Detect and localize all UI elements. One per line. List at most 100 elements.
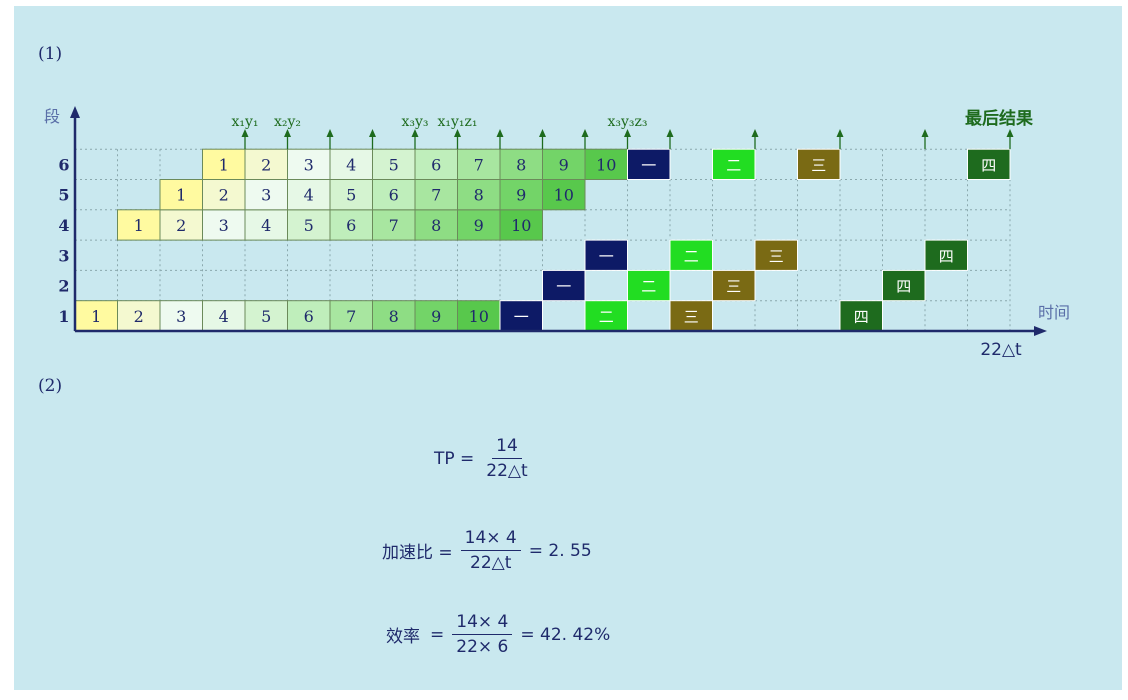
- cell-number-label: 1: [176, 186, 186, 205]
- cell-number-label: 9: [474, 216, 484, 235]
- result-arrow-head: [539, 129, 546, 137]
- cell-number-label: 6: [389, 186, 399, 205]
- y-tick-label: 2: [58, 277, 69, 296]
- efficiency-fraction: 14× 4 22× 6: [452, 612, 513, 657]
- cell-number-label: 8: [474, 186, 484, 205]
- cell-number-label: 8: [516, 155, 526, 174]
- total-time-label: 22△t: [980, 340, 1022, 360]
- cell-operation-label: 二: [726, 156, 741, 174]
- cell-number-label: 6: [304, 307, 314, 326]
- cell-number-label: 10: [511, 216, 531, 235]
- cell-operation-label: 三: [811, 156, 826, 174]
- cell-number-label: 10: [469, 307, 489, 326]
- speedup-formula: 加速比 = 14× 4 22△t = 2. 55: [382, 528, 592, 573]
- cell-number-label: 6: [346, 216, 356, 235]
- cell-number-label: 4: [261, 216, 271, 235]
- result-arrow-head: [369, 129, 376, 137]
- cell-operation-label: 四: [981, 156, 996, 174]
- cell-operation-label: 四: [854, 308, 869, 326]
- result-arrow-head: [581, 129, 589, 137]
- figure-frame: (1) (2) 1 2 3 4 5 6 7 8 9 10 一二三四一二三四一二三四 1 2 3 4 5 6 7 8 9…: [14, 6, 1122, 690]
- tp-fraction: 14 22△t: [482, 436, 531, 481]
- cell-operation-label: 二: [641, 278, 656, 296]
- cell-number-label: 6: [431, 155, 441, 174]
- efficiency-numerator: 14× 4: [452, 612, 513, 635]
- result-annotation: x₂y₂: [274, 114, 301, 130]
- cell-number-label: 4: [219, 307, 229, 326]
- cell-number-label: 7: [389, 216, 399, 235]
- cell-number-label: 7: [431, 186, 441, 205]
- result-arrow-head: [454, 129, 461, 137]
- cell-number-label: 9: [431, 307, 441, 326]
- y-tick-label: 1: [58, 307, 69, 326]
- y-tick-label: 4: [58, 216, 69, 235]
- result-arrow-head: [624, 129, 631, 137]
- x-axis-arrow: [1034, 326, 1047, 336]
- cell-number-label: 5: [304, 216, 314, 235]
- speedup-lhs: 加速比 =: [382, 543, 453, 563]
- cell-number-label: 3: [261, 186, 271, 205]
- efficiency-result: = 42. 42%: [520, 624, 611, 645]
- efficiency-formula: 效率 = 14× 4 22× 6 = 42. 42%: [386, 612, 610, 657]
- final-result-label: 最后结果: [965, 108, 1033, 129]
- tp-numerator: 14: [492, 436, 522, 459]
- cell-number-label: 4: [304, 186, 314, 205]
- cell-number-label: 5: [346, 186, 356, 205]
- speedup-denominator: 22△t: [470, 553, 512, 573]
- cell-operation-label: 四: [896, 278, 911, 296]
- result-arrow-head: [284, 129, 291, 137]
- cell-number-label: 1: [134, 216, 144, 235]
- result-annotation: x₃y₃: [401, 114, 428, 130]
- cell-operation-label: 一: [641, 156, 656, 174]
- y-tick-label: 5: [58, 186, 69, 205]
- y-tick-label: 3: [58, 246, 69, 265]
- result-annotation: x₁y₁z₁: [437, 114, 477, 130]
- result-arrow-head: [241, 129, 249, 137]
- result-annotation: x₁y₁: [231, 114, 258, 130]
- cell-number-label: 8: [431, 216, 441, 235]
- cell-number-label: 1: [219, 155, 229, 174]
- result-arrow-head: [836, 129, 844, 137]
- cell-operation-label: 一: [514, 308, 529, 326]
- cell-number-label: 3: [304, 155, 314, 174]
- cell-number-label: 5: [261, 307, 271, 326]
- cell-number-label: 8: [389, 307, 399, 326]
- cell-number-label: 3: [219, 216, 229, 235]
- cell-operation-label: 四: [939, 247, 954, 265]
- result-arrow-head: [326, 129, 334, 137]
- cell-number-label: 2: [134, 307, 144, 326]
- result-arrow-head: [666, 129, 674, 137]
- cell-operation-label: 三: [726, 278, 741, 296]
- pipeline-space-time-diagram: 1 2 3 4 5 6 7 8 9 10 一二三四一二三四一二三四1 2 3 4 5 6 7 8 9 101 2 3 4 5 6…: [44, 106, 1070, 360]
- cell-number-label: 5: [389, 155, 399, 174]
- result-arrow-head: [411, 129, 419, 137]
- cell-number-label: 2: [261, 155, 271, 174]
- cell-number-label: 9: [559, 155, 569, 174]
- efficiency-eq: =: [430, 624, 445, 645]
- efficiency-denominator: 22× 6: [456, 637, 509, 657]
- y-axis-label: 段: [44, 107, 60, 126]
- speedup-result: = 2. 55: [528, 540, 592, 561]
- cell-operation-label: 三: [684, 308, 699, 326]
- y-tick-label: 6: [58, 155, 69, 174]
- cell-number-label: 7: [474, 155, 484, 174]
- y-axis-arrow: [70, 106, 80, 118]
- result-arrow-head: [921, 129, 929, 137]
- cell-number-label: 7: [346, 307, 356, 326]
- cell-operation-label: 三: [769, 247, 784, 265]
- speedup-fraction: 14× 4 22△t: [460, 528, 521, 573]
- cell-operation-label: 一: [556, 278, 571, 296]
- cell-number-label: 9: [516, 186, 526, 205]
- x-axis-label: 时间: [1038, 303, 1070, 322]
- cell-operation-label: 二: [684, 247, 699, 265]
- throughput-formula: TP = 14 22△t: [434, 436, 540, 481]
- cell-operation-label: 二: [599, 308, 614, 326]
- result-arrow-head: [1006, 129, 1014, 137]
- result-arrow-head: [751, 129, 759, 137]
- cell-number-label: 2: [219, 186, 229, 205]
- tp-lhs: TP =: [434, 448, 475, 469]
- cell-number-label: 2: [176, 216, 186, 235]
- cell-number-label: 10: [554, 186, 574, 205]
- cell-operation-label: 一: [599, 247, 614, 265]
- result-arrow-head: [496, 129, 504, 137]
